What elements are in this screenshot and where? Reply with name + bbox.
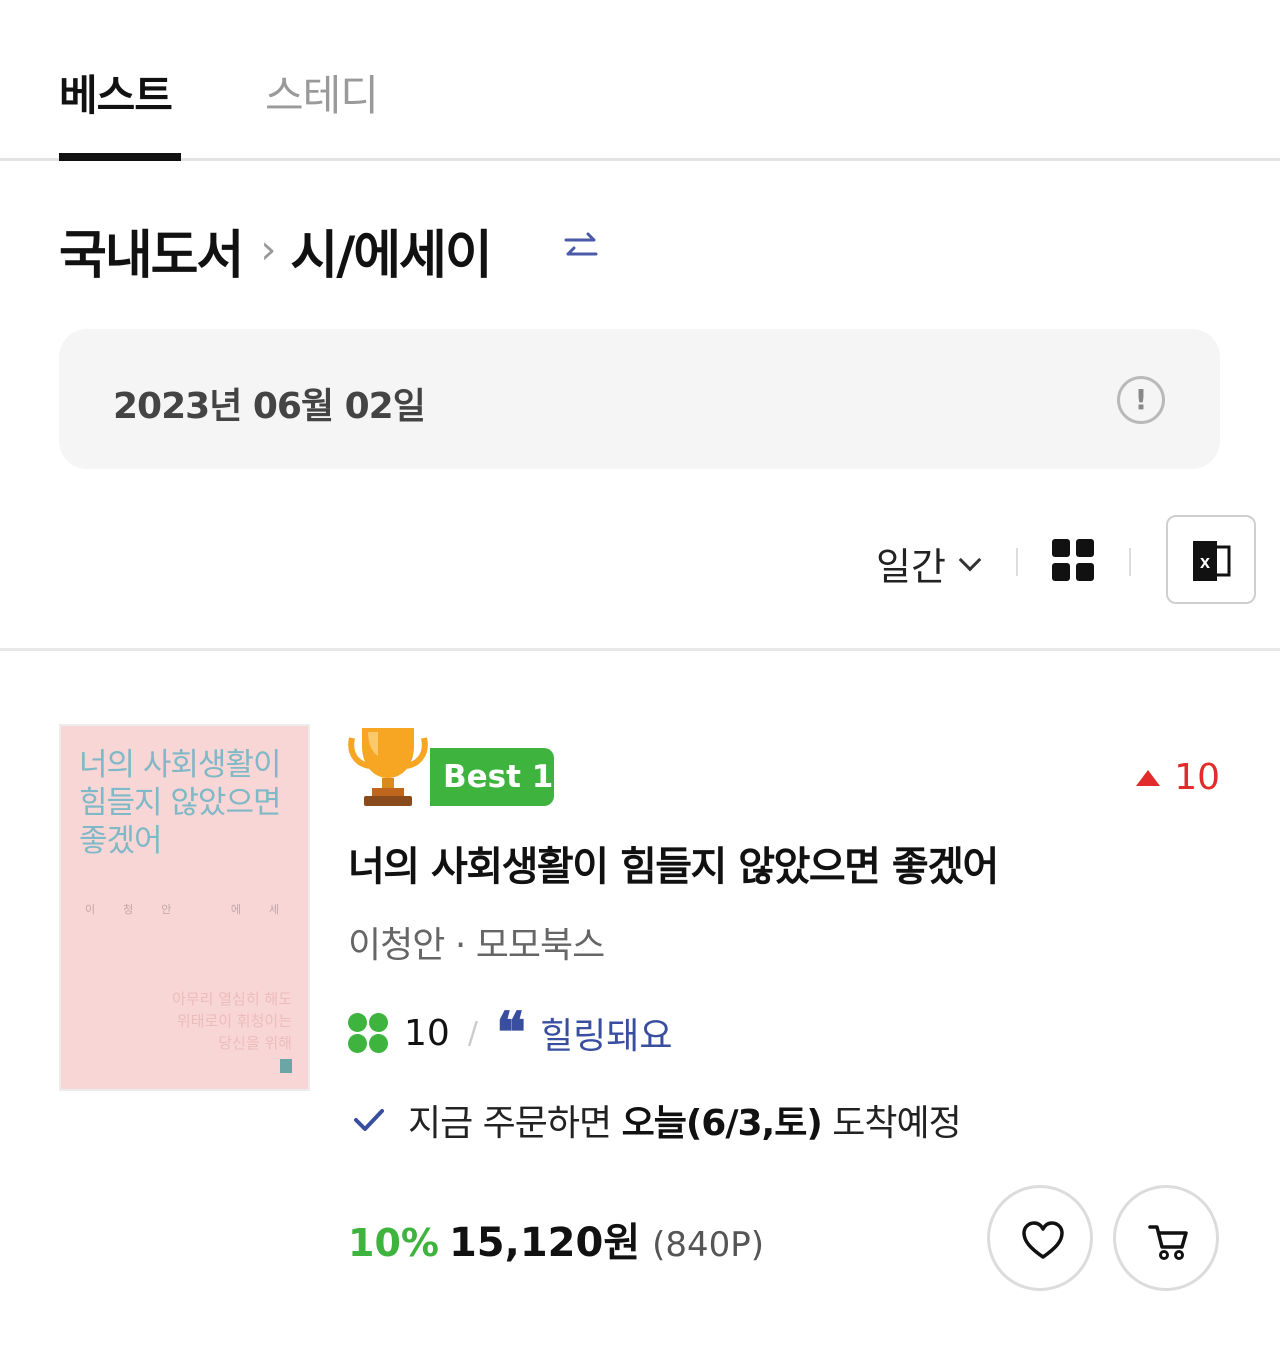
review-separator: / — [467, 1015, 478, 1051]
period-label: 일간 — [876, 545, 946, 589]
toolbar-divider — [1129, 548, 1131, 576]
tab-bar: 베스트 스테디 — [0, 0, 1280, 161]
toolbar-divider — [1016, 548, 1018, 576]
cart-icon — [1148, 1225, 1188, 1260]
cover-subtitle: 아무리 열심히 해도 위태로이 휘청이는 당신을 위해 — [172, 990, 292, 1052]
svg-text:x: x — [1200, 552, 1210, 572]
sale-price: 15,120원 — [448, 1220, 641, 1266]
cover-title: 너의 사회생활이 힘들지 않았으면 좋겠어 — [79, 747, 281, 859]
publisher-logo — [280, 1059, 292, 1073]
grid-view-icon[interactable] — [1052, 539, 1094, 581]
book-title[interactable]: 너의 사회생활이 힘들지 않았으면 좋겠어 — [348, 834, 999, 892]
review-count: 10 — [404, 1012, 450, 1054]
heart-icon — [1022, 1221, 1064, 1259]
rank-change-value: 10 — [1174, 757, 1220, 798]
chevron-down-icon — [958, 548, 982, 571]
tab-steady[interactable]: 스테디 — [265, 62, 379, 123]
delivery-estimate: 지금 주문하면 오늘(6/3,토) 도착예정 — [352, 1098, 962, 1144]
review-keyword: 힐링돼요 — [540, 1016, 673, 1057]
rank-up-icon — [1136, 769, 1161, 786]
add-to-cart-button[interactable] — [1113, 1185, 1219, 1291]
delivery-prefix: 지금 주문하면 — [408, 1103, 622, 1144]
book-publisher[interactable]: 모모북스 — [476, 925, 605, 966]
wishlist-button[interactable] — [987, 1185, 1093, 1291]
reward-points: (840P) — [652, 1225, 765, 1265]
check-icon — [354, 1109, 384, 1131]
cover-author: 이청안 에세이 — [85, 903, 308, 916]
best-rank-badge: Best 1 — [430, 748, 554, 806]
book-author[interactable]: 이청안 — [348, 925, 445, 966]
info-icon[interactable]: ! — [1117, 376, 1165, 424]
swap-category-icon[interactable] — [560, 226, 602, 268]
price-row: 10% 15,120원 (840P) — [348, 1210, 764, 1266]
delivery-suffix: 도착예정 — [821, 1103, 961, 1144]
active-tab-indicator — [59, 153, 181, 161]
book-cover[interactable]: 너의 사회생활이 힘들지 않았으면 좋겠어 이청안 에세이 아무리 열심히 해도… — [59, 724, 310, 1091]
rank-change: 10 — [1136, 757, 1220, 798]
tab-best[interactable]: 베스트 — [59, 62, 173, 123]
discount-rate: 10% — [348, 1221, 439, 1265]
breadcrumb-domestic-books[interactable]: 국내도서 — [59, 213, 244, 288]
ranking-date: 2023년 06월 02일 — [113, 386, 426, 427]
excel-icon: x — [1193, 541, 1231, 581]
review-summary[interactable]: 10 / ❝ 힐링돼요 — [348, 1000, 673, 1066]
clover-icon — [348, 1013, 388, 1053]
breadcrumb-separator: › — [260, 227, 277, 273]
date-panel: 2023년 06월 02일 ! — [59, 329, 1220, 469]
meta-separator: · — [444, 925, 476, 966]
breadcrumb-poetry-essay[interactable]: 시/에세이 — [290, 213, 492, 288]
delivery-date: 오늘(6/3,토) — [621, 1103, 823, 1144]
section-divider — [0, 648, 1280, 651]
period-dropdown[interactable]: 일간 — [876, 536, 982, 591]
book-meta: 이청안 · 모모북스 — [348, 916, 605, 968]
quote-icon: ❝ — [495, 1000, 527, 1066]
excel-export-button[interactable]: x — [1166, 515, 1256, 604]
breadcrumb: 국내도서 › 시/에세이 — [59, 213, 493, 288]
